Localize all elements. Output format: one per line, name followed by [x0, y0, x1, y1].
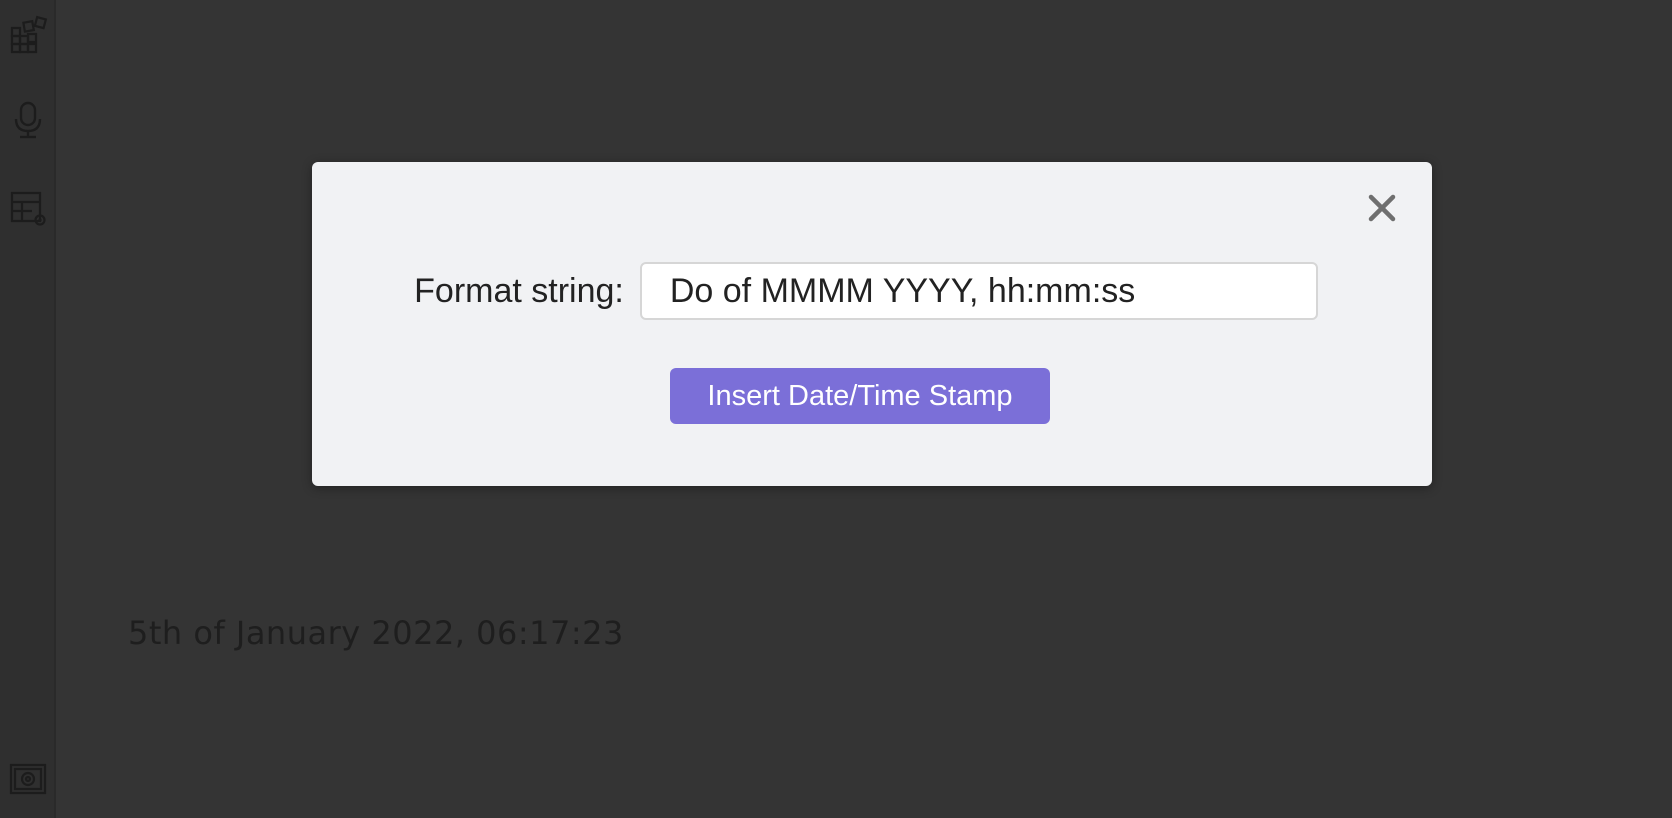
- format-string-label: Format string:: [414, 271, 624, 310]
- insert-timestamp-button[interactable]: Insert Date/Time Stamp: [670, 368, 1050, 424]
- app-window: 5th of January 2022, 06:17:23 Format str…: [0, 0, 1672, 818]
- insert-timestamp-modal: Format string: Insert Date/Time Stamp: [312, 162, 1432, 486]
- format-string-input[interactable]: [639, 262, 1318, 320]
- format-string-row: Format string:: [312, 260, 1432, 322]
- close-icon: [1368, 194, 1396, 222]
- modal-close-button[interactable]: [1360, 186, 1404, 230]
- modal-overlay: Format string: Insert Date/Time Stamp: [0, 0, 1672, 818]
